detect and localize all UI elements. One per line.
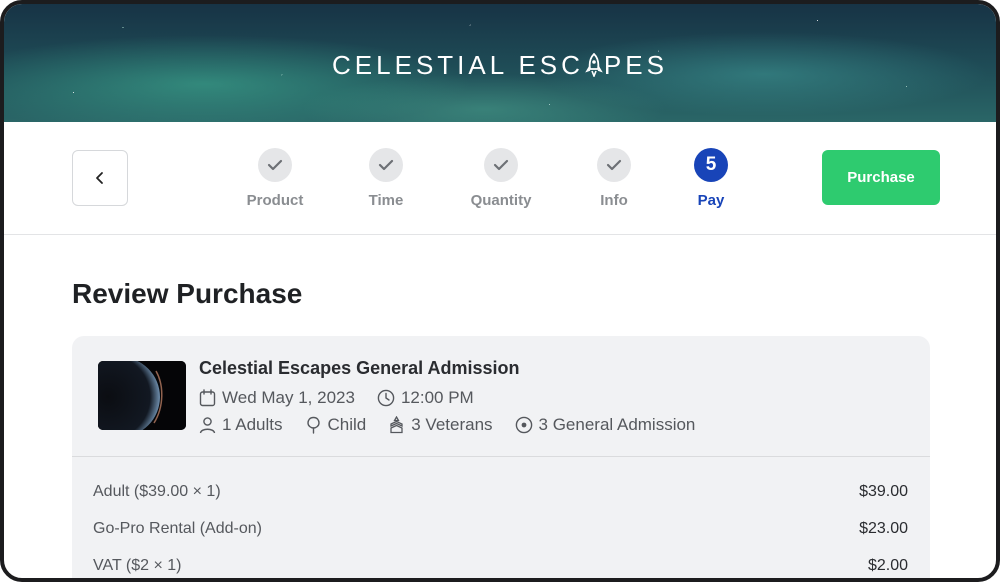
line-item-amount: $39.00 [859,483,908,500]
check-icon [597,148,631,182]
ticket-general: 3 General Admission [515,415,696,435]
step-info[interactable]: Info [564,148,664,209]
ticket-adults: 1 Adults [199,415,283,435]
step-number-badge: 5 [694,148,728,182]
line-item-amount: $2.00 [867,557,908,574]
line-item-label: VAT ($2 × 1) [93,557,182,574]
step-label: Time [368,192,404,209]
line-item: VAT ($2 × 1) $2.00 [93,557,908,575]
step-label: Quantity [470,192,532,209]
time-item: 12:00 PM [377,388,474,408]
clock-icon [377,389,395,407]
veteran-badge-icon [390,416,403,434]
step-label: Info [600,192,628,209]
checkout-stepper-bar: Product Time Quantity Info 5 Pay Purchas… [4,122,996,235]
date-time-row: Wed May 1, 2023 12:00 PM [199,388,496,408]
check-icon [258,148,292,182]
step-label: Pay [697,192,725,209]
chevron-left-icon [96,172,103,184]
child-icon [306,416,320,434]
tickets-row: 1 Adults Child 3 Veterans 3 General Admi… [199,415,717,435]
product-name: Celestial Escapes General Admission [199,358,520,378]
order-date: Wed May 1, 2023 [222,388,355,407]
ticket-text: 3 General Admission [538,415,696,434]
ticket-text: 1 Adults [222,415,283,434]
planet-image [98,361,186,430]
purchase-button[interactable]: Purchase [822,150,940,205]
user-icon [199,417,216,434]
ticket-child: Child [305,415,367,435]
page-title: Review Purchase [72,278,303,309]
line-item: Adult ($39.00 × 1) $39.00 [93,483,908,501]
step-label: Product [246,192,304,209]
logo-text-start: CELESTIAL ESC [332,50,584,80]
date-item: Wed May 1, 2023 [199,388,355,408]
rocket-icon [585,53,603,77]
line-item-amount: $23.00 [859,520,908,537]
line-item-label: Adult ($39.00 × 1) [93,483,221,500]
check-icon [484,148,518,182]
header-banner: CELESTIAL ESC PES [4,4,996,122]
back-button[interactable] [72,150,128,206]
brand-logo: CELESTIAL ESC PES [4,50,996,81]
ticket-text: Child [327,415,367,434]
app-frame: CELESTIAL ESC PES Product Time Quantity I… [0,0,1000,582]
line-item-label: Go-Pro Rental (Add-on) [93,520,262,537]
check-icon [369,148,403,182]
ticket-veterans: 3 Veterans [388,415,493,435]
step-time[interactable]: Time [336,148,436,209]
product-thumbnail [98,361,186,430]
line-item: Go-Pro Rental (Add-on) $23.00 [93,520,908,538]
step-quantity[interactable]: Quantity [451,148,551,209]
order-summary-card: Celestial Escapes General Admission Wed … [72,336,930,578]
step-product[interactable]: Product [225,148,325,209]
order-time: 12:00 PM [400,388,474,407]
logo-text-end: PES [603,50,668,80]
general-admission-icon [515,416,532,434]
step-pay[interactable]: 5 Pay [661,148,761,209]
ticket-text: 3 Veterans [411,415,493,434]
card-divider [72,456,930,457]
calendar-icon [199,389,216,407]
